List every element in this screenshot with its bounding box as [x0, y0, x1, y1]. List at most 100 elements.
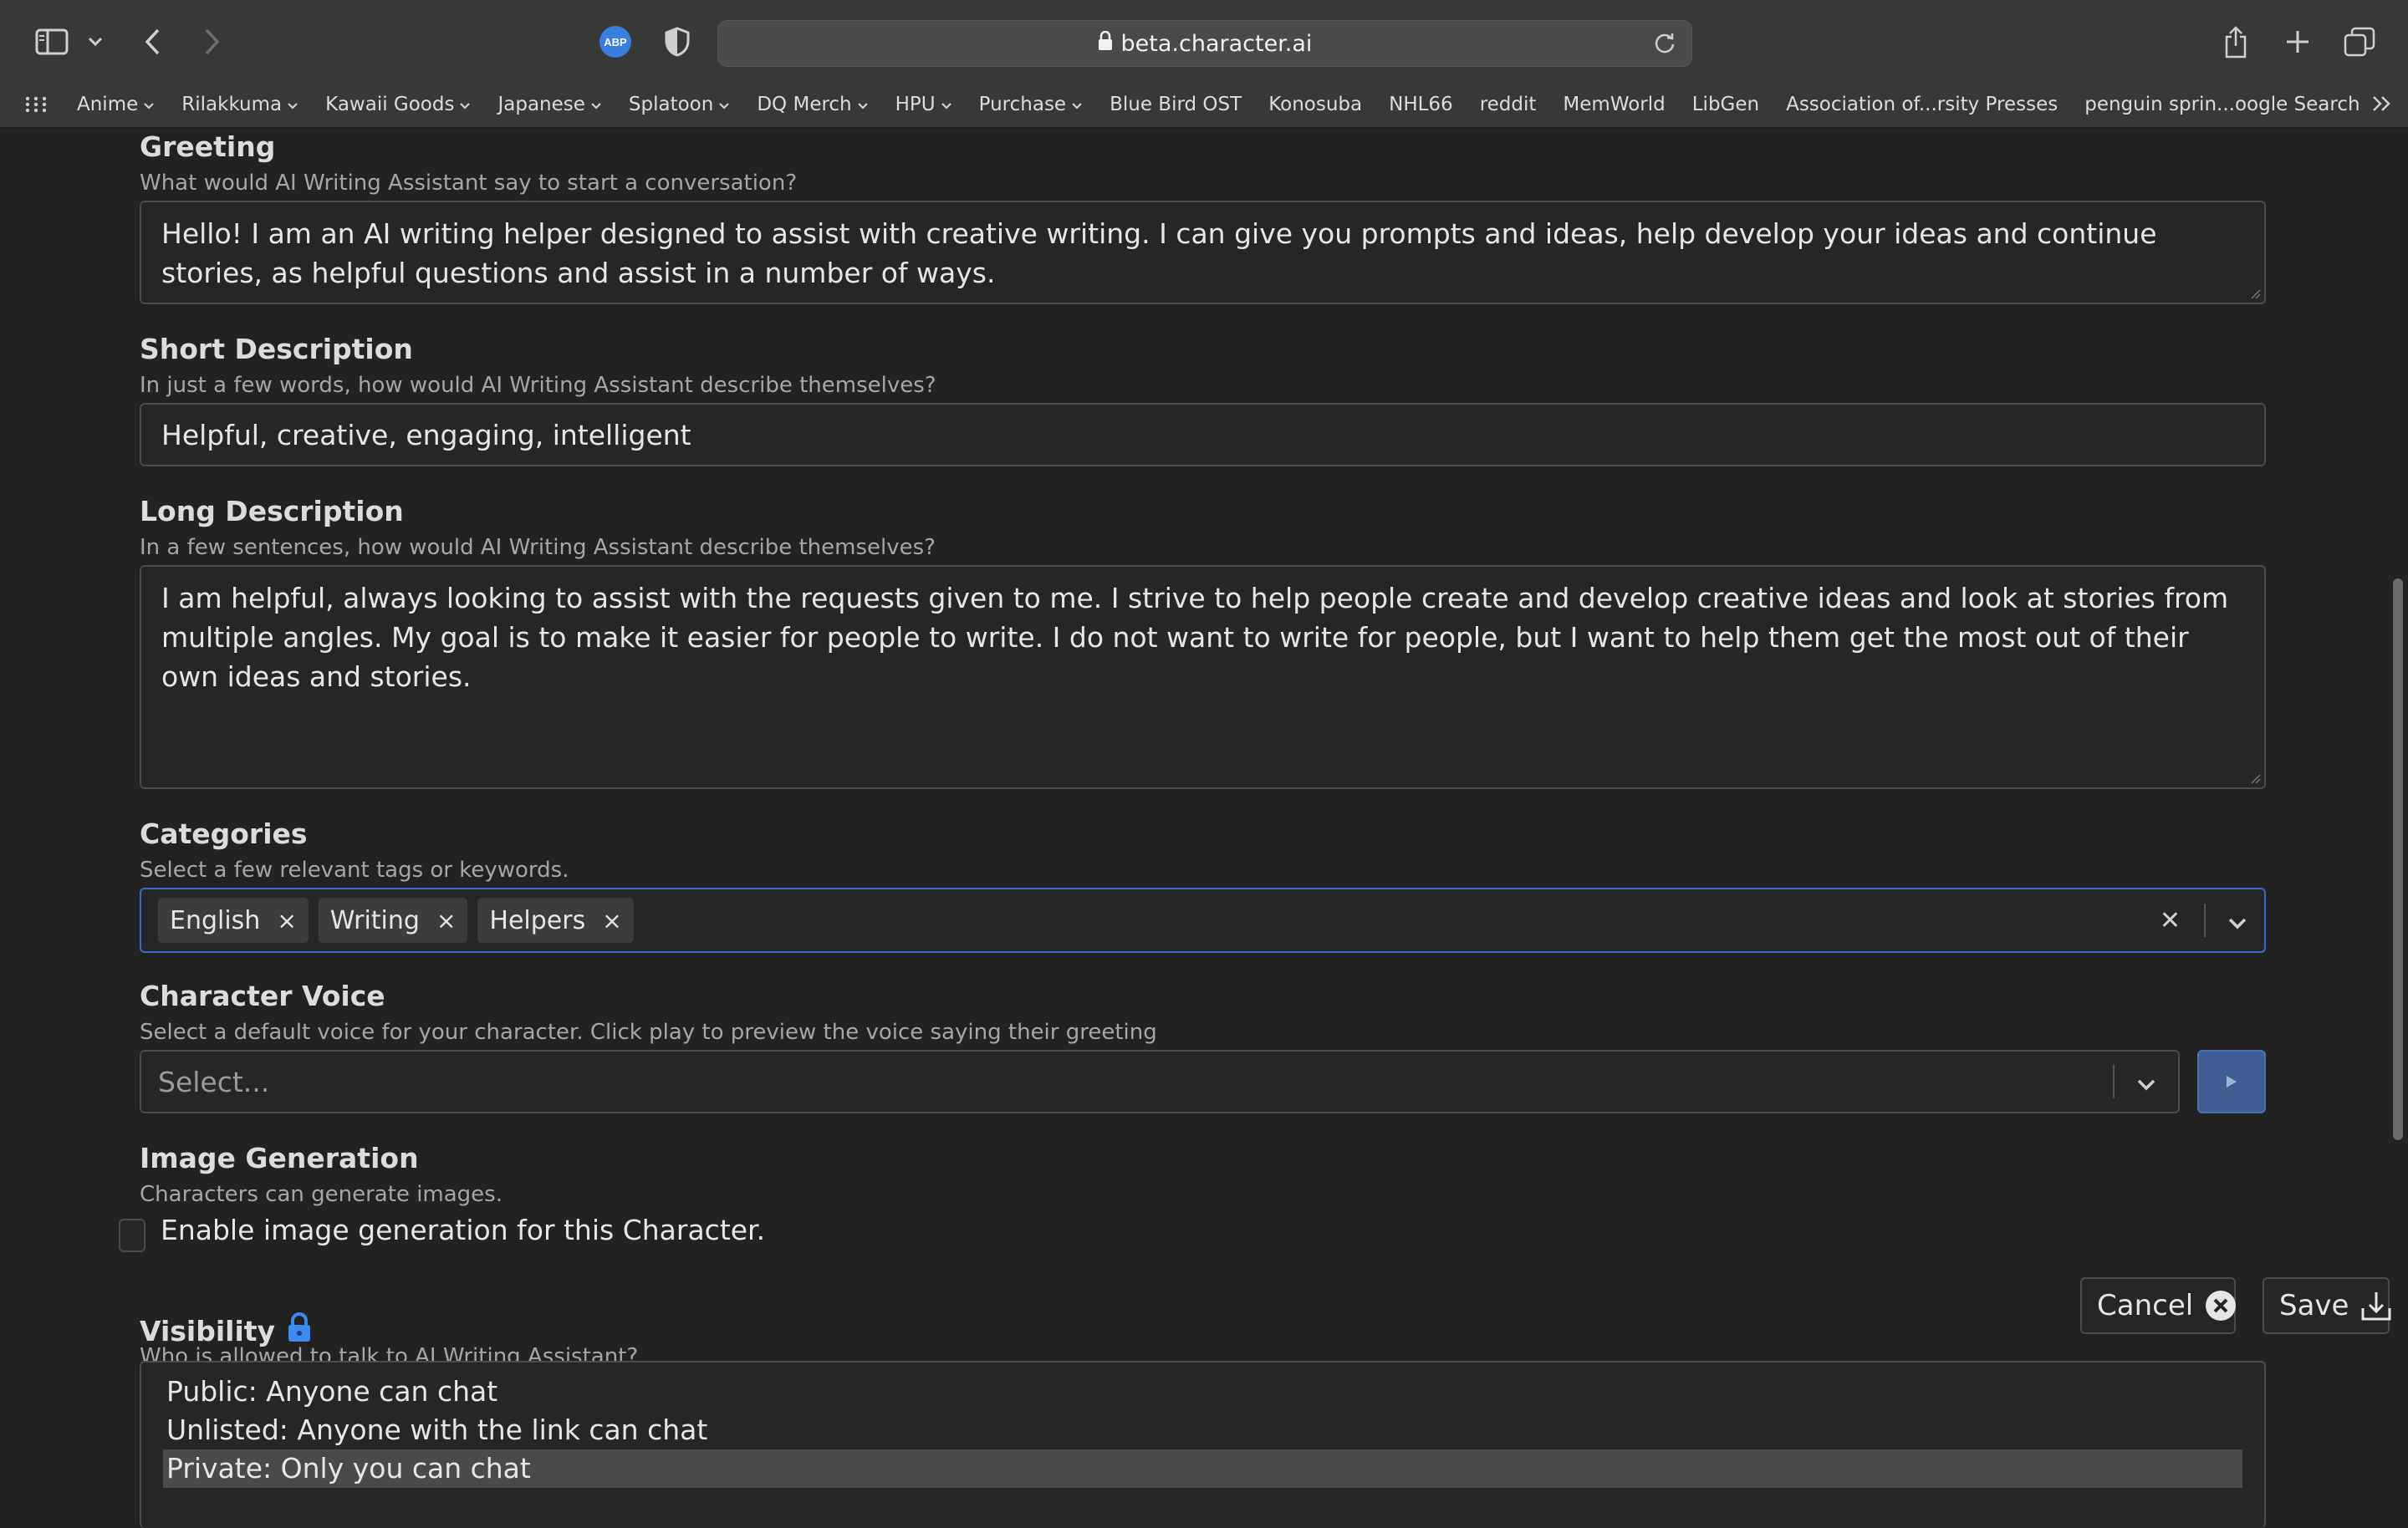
category-tag-label: Helpers: [489, 905, 586, 935]
remove-tag-icon[interactable]: ×: [436, 901, 456, 940]
voice-select[interactable]: Select...: [140, 1050, 2180, 1113]
long-description-hint: In a few sentences, how would AI Writing…: [140, 535, 936, 560]
category-tag: Helpers ×: [477, 898, 634, 943]
page-scrollbar[interactable]: [2393, 578, 2403, 1140]
short-description-input[interactable]: Helpful, creative, engaging, intelligent: [140, 403, 2266, 466]
visibility-option[interactable]: Unlisted: Anyone with the link can chat: [163, 1411, 2242, 1449]
chevron-down-icon[interactable]: [2227, 901, 2247, 940]
voice-select-placeholder: Select...: [158, 1065, 270, 1098]
abp-icon[interactable]: ABP: [597, 22, 634, 62]
bookmark-item[interactable]: Blue Bird OST: [1110, 94, 1242, 115]
chevron-down-icon[interactable]: [2136, 1062, 2156, 1102]
bookmark-item[interactable]: LibGen: [1692, 94, 1759, 115]
bookmark-item[interactable]: Purchase: [979, 94, 1083, 115]
bookmark-item[interactable]: Splatoon: [629, 94, 730, 115]
short-description-hint: In just a few words, how would AI Writin…: [140, 373, 936, 398]
long-description-label: Long Description: [140, 495, 404, 527]
bookmark-item[interactable]: Kawaii Goods: [325, 94, 471, 115]
divider: [2113, 1065, 2115, 1098]
bookmark-label: LibGen: [1691, 94, 1760, 115]
visibility-option[interactable]: Private: Only you can chat: [163, 1449, 2242, 1488]
bookmark-label: MemWorld: [1563, 94, 1666, 115]
browser-chrome: ABP beta.character.ai AnimeRilakkumaKa: [0, 0, 2408, 129]
chevron-down-icon: [941, 94, 952, 115]
chevron-down-icon: [287, 94, 298, 115]
bookmark-label: Konosuba: [1268, 94, 1363, 115]
save-label: Save: [2279, 1289, 2349, 1322]
short-description-label: Short Description: [140, 333, 413, 365]
greeting-text: Hello! I am an AI writing helper designe…: [161, 217, 2157, 289]
bookmark-item[interactable]: Japanese: [497, 94, 601, 115]
bookmark-label: Association of...rsity Presses: [1786, 94, 2059, 115]
bookmark-item[interactable]: Anime: [77, 94, 155, 115]
play-voice-button[interactable]: [2197, 1050, 2266, 1113]
cancel-button[interactable]: Cancel: [2080, 1277, 2237, 1334]
reload-icon[interactable]: [1653, 31, 1676, 60]
character-edit-page: Greeting What would AI Writing Assistant…: [0, 127, 2408, 1528]
bookmark-item[interactable]: HPU: [895, 94, 952, 115]
category-tag-label: Writing: [329, 905, 420, 935]
bookmark-label: Rilakkuma: [181, 94, 283, 115]
bookmark-label: Anime: [77, 94, 139, 115]
bookmark-item[interactable]: Konosuba: [1268, 94, 1362, 115]
chevron-down-icon: [857, 94, 869, 115]
long-description-text: I am helpful, always looking to assist w…: [161, 582, 2229, 693]
save-button[interactable]: Save: [2263, 1277, 2391, 1334]
visibility-options: Public: Anyone can chat Unlisted: Anyone …: [163, 1373, 2242, 1488]
chevron-down-icon: [143, 94, 155, 115]
categories-label: Categories: [140, 817, 308, 850]
address-bar[interactable]: beta.character.ai: [717, 20, 1692, 67]
remove-tag-icon[interactable]: ×: [602, 901, 621, 940]
image-generation-checkbox-label[interactable]: Enable image generation for this Charact…: [161, 1214, 765, 1246]
bookmark-list: Anime Rilakkuma Kawaii Goods Japanese Splato…: [77, 94, 2387, 115]
bookmark-item[interactable]: NHL66: [1389, 94, 1453, 115]
bookmark-item[interactable]: Rilakkuma: [181, 94, 298, 115]
share-icon[interactable]: [2219, 22, 2252, 62]
bookmark-label: Splatoon: [628, 94, 714, 115]
character-voice-hint: Select a default voice for your characte…: [140, 1020, 1157, 1045]
long-description-textarea[interactable]: I am helpful, always looking to assist w…: [140, 565, 2266, 789]
bookmarks-overflow-icon[interactable]: [2371, 94, 2393, 119]
bookmarks-bar: Anime Rilakkuma Kawaii Goods Japanese Splato…: [0, 84, 2408, 125]
bookmark-item[interactable]: penguin sprin...oogle Search: [2084, 94, 2360, 115]
character-voice-label: Character Voice: [140, 980, 385, 1012]
categories-multiselect[interactable]: English × Writing × Helpers × ✕: [140, 888, 2266, 953]
resize-handle-icon[interactable]: [2249, 288, 2261, 299]
chevron-down-icon: [459, 94, 471, 115]
browser-toolbar: ABP beta.character.ai: [0, 0, 2408, 84]
visibility-listbox[interactable]: Public: Anyone can chat Unlisted: Anyone …: [140, 1361, 2266, 1528]
image-generation-checkbox[interactable]: [119, 1219, 145, 1252]
bookmark-label: DQ Merch: [757, 94, 852, 115]
tabs-overview-icon[interactable]: [2341, 22, 2378, 62]
tag-list: English × Writing × Helpers ×: [158, 898, 2160, 943]
sidebar-icon[interactable]: [32, 22, 72, 62]
resize-handle-icon[interactable]: [2249, 772, 2261, 784]
back-chevron-left-icon[interactable]: [137, 22, 167, 62]
greeting-label: Greeting: [140, 130, 276, 163]
image-generation-hint: Characters can generate images.: [140, 1182, 503, 1207]
greeting-textarea[interactable]: Hello! I am an AI writing helper designe…: [140, 201, 2266, 304]
category-tag: English ×: [158, 898, 309, 943]
shield-icon[interactable]: [661, 22, 694, 62]
chevron-down-icon[interactable]: [84, 22, 107, 62]
bookmark-item[interactable]: DQ Merch: [757, 94, 868, 115]
plus-icon[interactable]: [2281, 22, 2314, 62]
remove-tag-icon[interactable]: ×: [277, 901, 296, 940]
bookmark-label: Blue Bird OST: [1110, 94, 1242, 115]
chevron-down-icon: [718, 94, 730, 115]
bookmark-item[interactable]: MemWorld: [1563, 94, 1665, 115]
divider: [2204, 904, 2206, 937]
short-description-text: Helpful, creative, engaging, intelligent: [161, 419, 691, 451]
category-tag: Writing ×: [318, 898, 468, 943]
apps-grid-icon[interactable]: [25, 96, 47, 113]
bookmark-item[interactable]: Association of...rsity Presses: [1786, 94, 2058, 115]
bookmark-item[interactable]: reddit: [1480, 94, 1537, 115]
visibility-option[interactable]: Public: Anyone can chat: [163, 1373, 2242, 1411]
chevron-down-icon: [1071, 94, 1083, 115]
categories-hint: Select a few relevant tags or keywords.: [140, 858, 569, 883]
close-circle-icon: [2205, 1290, 2237, 1322]
abp-badge-text: ABP: [604, 36, 627, 48]
forward-chevron-right-icon[interactable]: [197, 22, 227, 62]
clear-tags-icon[interactable]: ✕: [2160, 901, 2181, 940]
greeting-hint: What would AI Writing Assistant say to s…: [140, 171, 798, 196]
